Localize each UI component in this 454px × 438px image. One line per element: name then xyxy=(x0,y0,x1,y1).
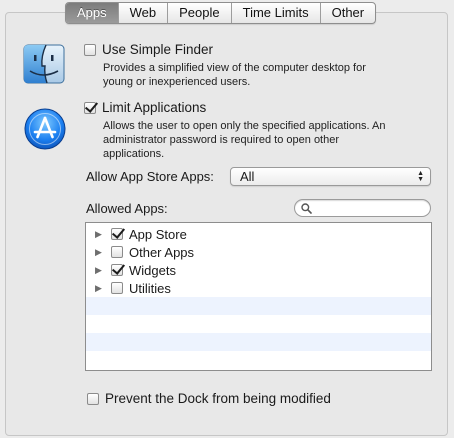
empty-row xyxy=(86,315,431,333)
tab-web[interactable]: Web xyxy=(117,3,168,23)
finder-icon xyxy=(23,44,65,87)
disclosure-triangle-icon[interactable]: ▶ xyxy=(95,229,103,240)
app-store-checkbox[interactable] xyxy=(111,228,123,240)
app-search-field[interactable] xyxy=(294,199,431,217)
simple-finder-description: Provides a simplified view of the comput… xyxy=(103,62,366,88)
disclosure-triangle-icon[interactable]: ▶ xyxy=(95,265,103,276)
list-item[interactable]: ▶ Other Apps xyxy=(86,243,431,261)
list-item-label: Other Apps xyxy=(129,244,195,260)
prevent-dock-checkbox[interactable] xyxy=(87,392,99,405)
search-input[interactable] xyxy=(315,201,420,215)
list-item[interactable]: ▶ Utilities xyxy=(86,279,431,297)
list-item-label: Utilities xyxy=(129,280,171,296)
limit-apps-description: Allows the user to open only the specifi… xyxy=(103,120,386,160)
tab-apps[interactable]: Apps xyxy=(66,3,118,23)
disclosure-triangle-icon[interactable]: ▶ xyxy=(95,247,103,258)
empty-row xyxy=(86,297,431,315)
limit-apps-label: Limit Applications xyxy=(102,100,207,115)
app-store-icon xyxy=(24,108,66,153)
app-store-apps-value: All xyxy=(240,169,255,184)
widgets-checkbox[interactable] xyxy=(111,264,123,276)
utilities-checkbox[interactable] xyxy=(111,282,123,294)
app-store-apps-label: Allow App Store Apps: xyxy=(86,169,214,184)
list-item-label: App Store xyxy=(129,226,187,242)
limit-apps-checkbox[interactable] xyxy=(84,101,96,114)
list-item[interactable]: ▶ App Store xyxy=(86,225,431,243)
other-apps-checkbox[interactable] xyxy=(111,246,123,258)
tab-bar: Apps Web People Time Limits Other xyxy=(65,2,377,24)
select-arrows-icon: ▲ ▼ xyxy=(417,170,424,183)
tab-time-limits[interactable]: Time Limits xyxy=(230,3,320,23)
empty-row xyxy=(86,351,431,369)
empty-row xyxy=(86,333,431,351)
list-item-label: Widgets xyxy=(129,262,176,278)
simple-finder-checkbox[interactable] xyxy=(84,43,96,56)
allowed-apps-label: Allowed Apps: xyxy=(86,201,168,216)
allowed-apps-list[interactable]: ▶ App Store ▶ Other Apps ▶ Widgets ▶ Uti… xyxy=(85,222,432,371)
tab-people[interactable]: People xyxy=(167,3,230,23)
app-store-apps-select[interactable]: All ▲ ▼ xyxy=(230,167,431,186)
search-icon xyxy=(301,203,312,214)
limit-apps-option[interactable]: Limit Applications xyxy=(84,100,206,115)
prevent-dock-label: Prevent the Dock from being modified xyxy=(105,391,331,406)
simple-finder-option[interactable]: Use Simple Finder xyxy=(84,42,213,57)
tab-other[interactable]: Other xyxy=(319,3,376,23)
simple-finder-label: Use Simple Finder xyxy=(102,42,214,57)
list-item[interactable]: ▶ Widgets xyxy=(86,261,431,279)
disclosure-triangle-icon[interactable]: ▶ xyxy=(95,283,103,294)
prevent-dock-option[interactable]: Prevent the Dock from being modified xyxy=(87,391,331,406)
